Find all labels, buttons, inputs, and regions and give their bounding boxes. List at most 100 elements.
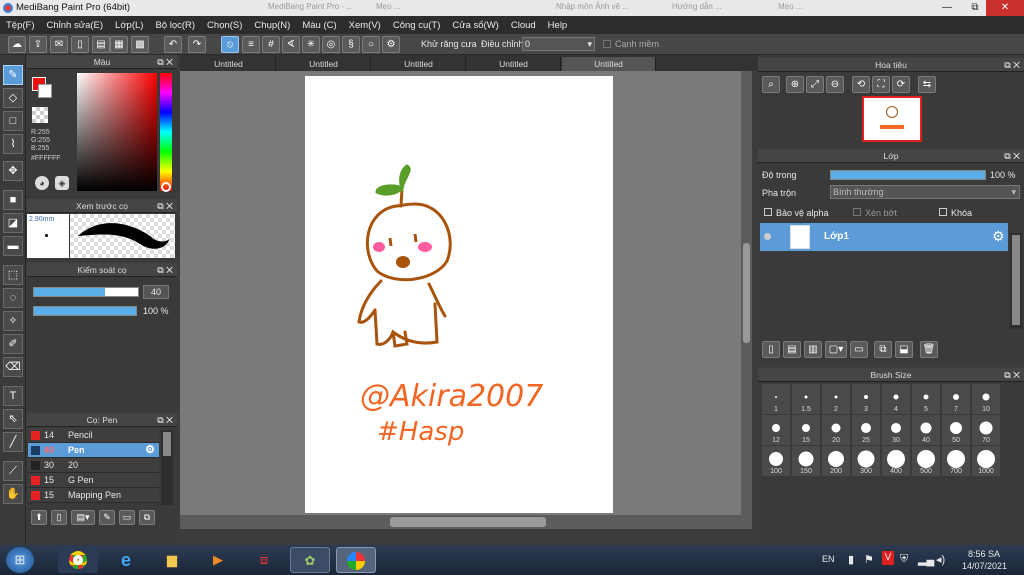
brush-size-cell[interactable]: 30: [882, 415, 910, 445]
eyedropper-tool-icon[interactable]: ⟋: [3, 461, 23, 481]
move-tool-icon[interactable]: ✥: [3, 161, 23, 181]
canvas-tab[interactable]: Untitled: [277, 57, 371, 71]
panel-close-icon[interactable]: ⧉ ✕: [157, 199, 173, 213]
brush-list-item[interactable]: 14 Pencil: [28, 428, 159, 443]
grid-icon[interactable]: ▩: [131, 36, 149, 53]
transparent-swatch[interactable]: [32, 107, 48, 123]
scrollbar-thumb[interactable]: [743, 243, 750, 343]
lasso-tool-icon[interactable]: ◌: [3, 288, 23, 308]
divide-tool-icon[interactable]: ╱: [3, 432, 23, 452]
duplicate-layer-icon[interactable]: ⧉: [874, 341, 892, 358]
brush-folder-icon[interactable]: ▤▾: [71, 510, 95, 525]
zoom-icon[interactable]: ⌕: [762, 76, 780, 93]
brush-size-cell[interactable]: 50: [942, 415, 970, 445]
new-1bit-layer-icon[interactable]: ▥: [804, 341, 822, 358]
signal-icon[interactable]: ▂▄: [918, 553, 934, 566]
brush-new-icon[interactable]: ▯: [51, 510, 67, 525]
battery-icon[interactable]: ▮: [848, 553, 854, 566]
brush-opacity-slider[interactable]: [33, 306, 137, 316]
antivirus-icon[interactable]: V: [882, 551, 894, 565]
brush-tool-icon[interactable]: ✎: [3, 65, 23, 85]
rect-fill-tool-icon[interactable]: ■: [3, 190, 23, 210]
brush-size-cell[interactable]: 500: [912, 446, 940, 476]
brush-size-cell[interactable]: 1000: [972, 446, 1000, 476]
add-layer-dropdown-icon[interactable]: ▢▾: [825, 341, 847, 358]
lock-checkbox[interactable]: [939, 208, 947, 216]
menu-tools[interactable]: Công cụ(T): [387, 20, 447, 31]
fit-icon[interactable]: ⤢: [806, 76, 824, 93]
brush-size-cell[interactable]: 1: [762, 384, 790, 414]
windows-start-icon[interactable]: ⊞: [6, 547, 34, 573]
medibang-taskbar-icon[interactable]: [336, 547, 376, 573]
brush-list-item[interactable]: 15 G Pen: [28, 473, 159, 488]
delete-layer-icon[interactable]: 🗑: [920, 341, 938, 358]
brush-size-cell[interactable]: 300: [852, 446, 880, 476]
bg-tab[interactable]: MediBang Paint Pro - ...: [268, 2, 353, 11]
magic-wand-tool-icon[interactable]: ✧: [3, 311, 23, 331]
scrollbar-thumb[interactable]: [1012, 235, 1020, 325]
palette-settings-icon[interactable]: ◈: [55, 176, 69, 190]
bg-tab[interactable]: Mẹo ...: [778, 2, 802, 11]
cloud-icon[interactable]: ☁: [8, 36, 26, 53]
new-layer-icon[interactable]: ▯: [762, 341, 780, 358]
brush-size-cell[interactable]: 400: [882, 446, 910, 476]
brush-gear-icon[interactable]: ⚙: [145, 443, 155, 458]
bg-tab[interactable]: Hướng dẫn ...: [672, 2, 722, 11]
brush-size-cell[interactable]: 5: [912, 384, 940, 414]
gradient-tool-icon[interactable]: ▬: [3, 236, 23, 256]
brush-size-cell[interactable]: 1.5: [792, 384, 820, 414]
merge-layer-icon[interactable]: ⬓: [895, 341, 913, 358]
fit-window-icon[interactable]: ⛶: [872, 76, 890, 93]
curve-snap-icon[interactable]: §: [342, 36, 360, 53]
protect-alpha-checkbox[interactable]: [764, 208, 772, 216]
rotate-left-icon[interactable]: ⟲: [852, 76, 870, 93]
menu-snap[interactable]: Chụp(N): [248, 20, 296, 31]
brush-size-cell[interactable]: 15: [792, 415, 820, 445]
brush-list-scrollbar[interactable]: [161, 430, 173, 505]
crosshair-snap-icon[interactable]: #: [262, 36, 280, 53]
ie-icon[interactable]: e: [106, 547, 146, 573]
canvas-tab[interactable]: Untitled: [182, 57, 276, 71]
comment-icon[interactable]: ✉: [50, 36, 68, 53]
flag-icon[interactable]: ⚑: [864, 553, 874, 566]
redo-icon[interactable]: ↷: [188, 36, 206, 53]
panel-close-icon[interactable]: ⧉ ✕: [1004, 368, 1020, 382]
rotate-right-icon[interactable]: ⟳: [892, 76, 910, 93]
new-halftone-layer-icon[interactable]: ▤: [783, 341, 801, 358]
new-file-icon[interactable]: ▯: [71, 36, 89, 53]
menu-edit[interactable]: Chỉnh sửa(E): [41, 20, 110, 31]
brush-size-slider[interactable]: [33, 287, 139, 297]
network-app-icon[interactable]: ⧈: [244, 547, 284, 573]
parallel-snap-icon[interactable]: ≡: [242, 36, 260, 53]
brush-size-cell[interactable]: 150: [792, 446, 820, 476]
folder-icon[interactable]: ▭: [119, 510, 135, 525]
layer-folder-icon[interactable]: ▭: [850, 341, 868, 358]
panel-close-icon[interactable]: ⧉ ✕: [157, 55, 173, 69]
brush-size-cell[interactable]: 3: [852, 384, 880, 414]
zoom-in-icon[interactable]: ⊕: [786, 76, 804, 93]
menu-layer[interactable]: Lớp(L): [109, 20, 149, 31]
volume-icon[interactable]: ◂): [936, 553, 945, 566]
explorer-icon[interactable]: ▆: [152, 547, 192, 573]
brush-size-cell[interactable]: 4: [882, 384, 910, 414]
panel-close-icon[interactable]: ⧉ ✕: [1004, 149, 1020, 163]
save-icon[interactable]: ▤: [92, 36, 110, 53]
hue-bar[interactable]: [160, 73, 172, 191]
select-eraser-tool-icon[interactable]: ⌫: [3, 357, 23, 377]
layer-opacity-slider[interactable]: [830, 170, 986, 180]
export-icon[interactable]: ▦: [110, 36, 128, 53]
language-indicator[interactable]: EN: [822, 554, 835, 564]
menu-color[interactable]: Màu (C): [296, 20, 342, 31]
ellipse-snap-icon[interactable]: ○: [362, 36, 380, 53]
dot-tool-icon[interactable]: □: [3, 111, 23, 131]
circle-snap-icon[interactable]: ◎: [322, 36, 340, 53]
smudge-tool-icon[interactable]: ⌇: [3, 134, 23, 154]
brush-size-cell[interactable]: 25: [852, 415, 880, 445]
canvas-vertical-scrollbar[interactable]: [741, 71, 752, 515]
bg-tab[interactable]: Nhập môn Ảnh vẽ ...: [556, 2, 629, 11]
menu-window[interactable]: Cửa sổ(W): [446, 20, 504, 31]
palette-icon[interactable]: ◕: [35, 176, 49, 190]
zoom-out-icon[interactable]: ⊖: [826, 76, 844, 93]
clipping-checkbox[interactable]: [853, 208, 861, 216]
panel-close-icon[interactable]: ⧉ ✕: [1004, 58, 1020, 72]
